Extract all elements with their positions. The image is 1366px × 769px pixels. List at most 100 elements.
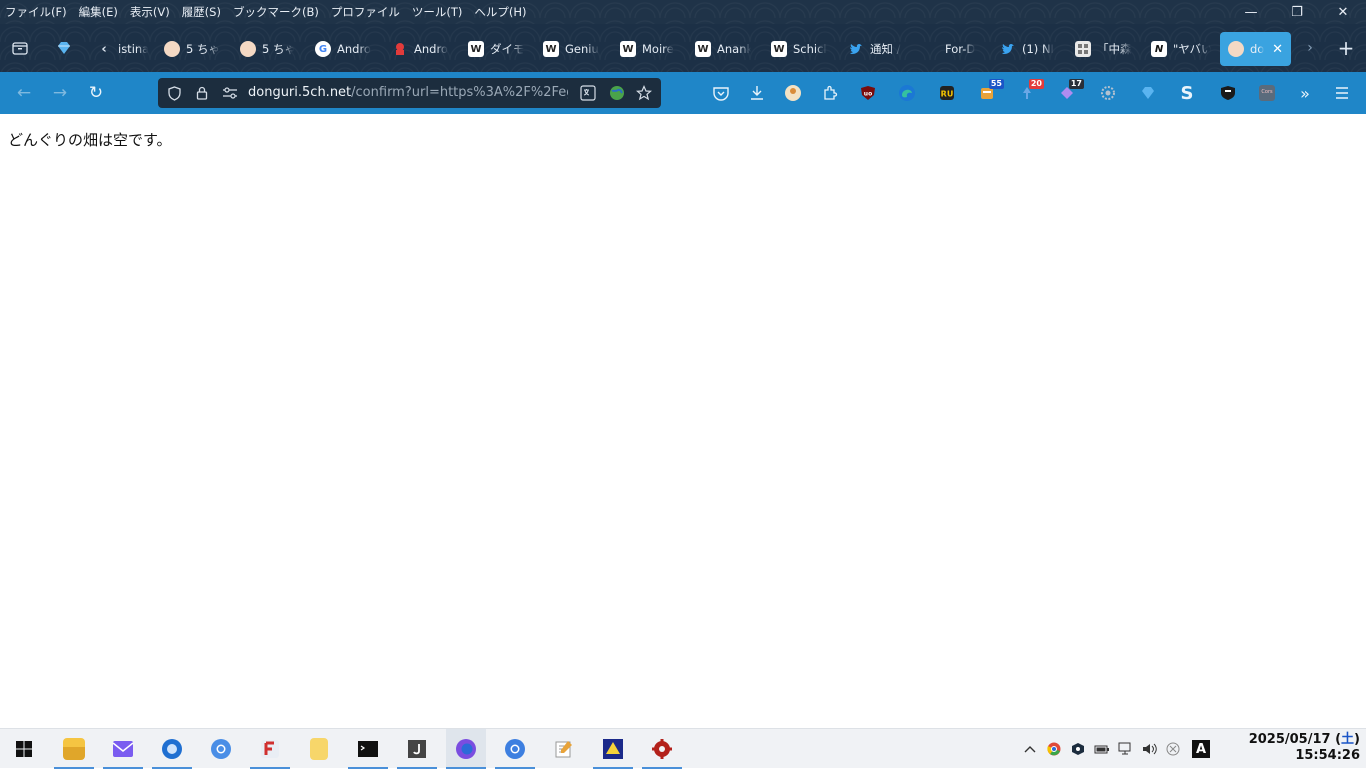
j-app[interactable] bbox=[397, 729, 437, 769]
s-extension-icon[interactable]: S bbox=[1178, 83, 1196, 104]
menu-profile[interactable]: プロファイル bbox=[325, 0, 406, 24]
badge-count: 20 bbox=[1028, 79, 1044, 89]
forward-icon[interactable]: → bbox=[50, 83, 70, 103]
chrome-app[interactable] bbox=[201, 729, 241, 769]
diamond-extension-icon[interactable] bbox=[1139, 84, 1157, 102]
back-icon[interactable]: ← bbox=[14, 83, 34, 103]
url-bar[interactable]: donguri.5ch.net/confirm?url=https%3A%2F%… bbox=[158, 78, 661, 108]
tab-4[interactable]: G Andro bbox=[315, 38, 371, 60]
tray-disabled-icon[interactable] bbox=[1165, 741, 1181, 757]
tab-14[interactable]: 「中森 bbox=[1075, 38, 1133, 60]
bookmark-star-icon[interactable] bbox=[636, 85, 652, 101]
tab-1[interactable]: ‹ istina bbox=[96, 38, 148, 60]
ru-extension-icon[interactable]: RU bbox=[938, 84, 956, 102]
menu-view[interactable]: 表示(V) bbox=[124, 0, 176, 24]
hidemaru-app[interactable] bbox=[593, 729, 633, 769]
wikipedia-icon: W bbox=[695, 41, 711, 57]
downloads-icon[interactable] bbox=[748, 84, 766, 102]
ublock-glyph: uo bbox=[864, 91, 872, 98]
tab-3[interactable]: 5 ちゃ bbox=[240, 38, 294, 60]
site-permissions-icon[interactable] bbox=[222, 85, 238, 101]
tray-ime-icon[interactable]: A bbox=[1192, 740, 1210, 758]
overflow-menu-icon[interactable]: » bbox=[1296, 84, 1314, 103]
pinned-tab-diamond-icon[interactable] bbox=[54, 38, 74, 58]
menu-bookmarks[interactable]: ブックマーク(B) bbox=[227, 0, 325, 24]
firefox-app[interactable] bbox=[446, 729, 486, 769]
editor-icon bbox=[555, 741, 572, 758]
shield-icon[interactable] bbox=[166, 85, 182, 101]
mail-icon bbox=[112, 741, 134, 757]
hidemaru-icon bbox=[603, 739, 623, 759]
clock[interactable]: 2025/05/17 (土) 15:54:26 bbox=[1249, 732, 1360, 764]
profile-avatar-icon[interactable] bbox=[784, 84, 802, 102]
url-text[interactable]: donguri.5ch.net/confirm?url=https%3A%2F%… bbox=[248, 78, 568, 108]
taskbar: A 2025/05/17 (土) 15:54:26 bbox=[0, 728, 1366, 769]
menu-history[interactable]: 履歴(S) bbox=[176, 0, 227, 24]
tray-network-icon[interactable] bbox=[1118, 741, 1134, 757]
wikipedia-icon: W bbox=[620, 41, 636, 57]
tray-battery-icon[interactable] bbox=[1094, 741, 1110, 757]
tab-9[interactable]: W Anank bbox=[695, 38, 751, 60]
menu-tools[interactable]: ツール(T) bbox=[406, 0, 469, 24]
translate-icon[interactable] bbox=[580, 85, 596, 101]
file-explorer-app[interactable] bbox=[54, 729, 94, 769]
minimize-button[interactable]: — bbox=[1228, 0, 1274, 24]
tray-hex-icon[interactable] bbox=[1070, 741, 1086, 757]
tab-10[interactable]: W Schicl bbox=[771, 38, 827, 60]
red-f-app[interactable] bbox=[250, 729, 290, 769]
url-host: donguri.5ch.net bbox=[248, 85, 352, 100]
reload-icon[interactable]: ↻ bbox=[86, 83, 106, 103]
terminal-app[interactable] bbox=[348, 729, 388, 769]
extension-badge-17-icon[interactable]: 17 bbox=[1058, 79, 1084, 102]
blank-icon bbox=[923, 41, 939, 57]
start-button[interactable] bbox=[4, 729, 44, 769]
tab-13[interactable]: (1) NI bbox=[1000, 38, 1056, 60]
close-tab-icon[interactable]: ✕ bbox=[1272, 42, 1283, 57]
5ch-icon bbox=[164, 41, 180, 57]
new-tab-icon[interactable]: + bbox=[1336, 36, 1356, 60]
shield-extension-icon[interactable] bbox=[1219, 84, 1237, 102]
5ch-icon bbox=[240, 41, 256, 57]
tray-volume-icon[interactable] bbox=[1142, 741, 1158, 757]
tab-2[interactable]: 5 ちゃ bbox=[164, 38, 220, 60]
edge-icon[interactable] bbox=[898, 84, 916, 102]
android-icon bbox=[392, 41, 408, 57]
scroll-tabs-right-icon[interactable]: › bbox=[1300, 38, 1320, 58]
tray-overflow-icon[interactable] bbox=[1022, 741, 1038, 757]
tray-chrome-icon[interactable] bbox=[1046, 741, 1062, 757]
gear-extension-icon[interactable] bbox=[1099, 84, 1117, 102]
cors-extension-icon[interactable]: Cors bbox=[1258, 84, 1276, 102]
notes-app[interactable] bbox=[299, 729, 339, 769]
extensions-icon[interactable] bbox=[821, 84, 839, 102]
tab-5[interactable]: Andro bbox=[392, 38, 448, 60]
hamburger-menu-icon[interactable] bbox=[1333, 84, 1351, 102]
tab-8[interactable]: W Moire bbox=[620, 38, 676, 60]
tab-11[interactable]: 通知 / bbox=[848, 38, 904, 60]
tab-7[interactable]: W Geniu bbox=[543, 38, 599, 60]
thunderbird-app[interactable] bbox=[152, 729, 192, 769]
extension-badge-20-icon[interactable]: 20 bbox=[1018, 79, 1044, 102]
wikipedia-icon: W bbox=[468, 41, 484, 57]
firefox-view-icon[interactable] bbox=[10, 38, 30, 58]
restore-button[interactable]: ❐ bbox=[1274, 0, 1320, 24]
tab-15[interactable]: N "ヤバい bbox=[1151, 38, 1211, 60]
badge-count: 55 bbox=[988, 79, 1004, 89]
tab-active[interactable]: dor ✕ bbox=[1220, 32, 1291, 66]
j-icon bbox=[408, 740, 426, 758]
tab-12[interactable]: For-D bbox=[923, 38, 979, 60]
globe-icon[interactable] bbox=[609, 85, 625, 101]
editor-app[interactable] bbox=[544, 729, 584, 769]
chromium-app[interactable] bbox=[495, 729, 535, 769]
mail-app[interactable] bbox=[103, 729, 143, 769]
menu-edit[interactable]: 編集(E) bbox=[73, 0, 124, 24]
close-window-button[interactable]: ✕ bbox=[1320, 0, 1366, 24]
red-gear-app[interactable] bbox=[642, 729, 682, 769]
pocket-icon[interactable] bbox=[712, 84, 730, 102]
lock-icon[interactable] bbox=[194, 85, 210, 101]
menu-help[interactable]: ヘルプ(H) bbox=[468, 0, 532, 24]
tab-6[interactable]: W ダイモ bbox=[468, 38, 524, 60]
extension-badge-55-icon[interactable]: 55 bbox=[978, 79, 1004, 102]
page-message: どんぐりの畑は空です。 bbox=[8, 131, 172, 149]
ublock-origin-icon[interactable]: uo bbox=[859, 84, 877, 102]
menu-file[interactable]: ファイル(F) bbox=[0, 0, 73, 24]
